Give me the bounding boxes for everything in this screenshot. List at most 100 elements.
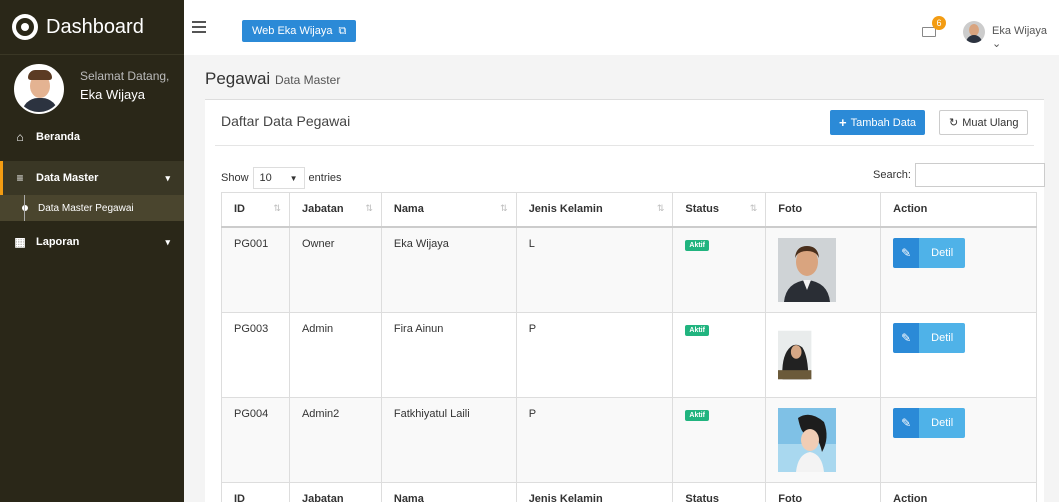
sidebar-item-label: Beranda: [36, 131, 81, 143]
avatar: [14, 64, 64, 114]
status-badge: Aktif: [685, 409, 709, 421]
plus-icon: +: [839, 115, 847, 130]
employee-photo: [778, 407, 837, 472]
cell-action: ✎ Detil: [880, 396, 1037, 483]
column-header-nama[interactable]: Nama ⇅: [380, 192, 517, 228]
web-link-label: Web Eka Wijaya: [252, 25, 333, 37]
footer-header-jenis-kelamin: Jenis Kelamin: [515, 481, 674, 502]
page-title: Pegawai Data Master: [205, 69, 340, 89]
user-panel: Selamat Datang, Eka Wijaya: [0, 55, 184, 123]
cell-status: Aktif: [672, 226, 767, 313]
sort-icon: ⇅: [656, 203, 665, 213]
home-icon: ⌂: [16, 130, 24, 144]
detil-label: Detil: [919, 237, 966, 268]
sidebar-item-label: Laporan: [36, 236, 80, 248]
column-header-action: Action: [880, 192, 1037, 228]
footer-header-jabatan: Jabatan: [288, 481, 382, 502]
sort-icon: ⇅: [749, 203, 758, 213]
cell-jabatan: Admin: [288, 311, 382, 398]
page-length-value: 10: [259, 172, 272, 184]
database-icon: ≡: [16, 171, 24, 185]
column-header-status[interactable]: Status ⇅: [672, 192, 767, 228]
footer-header-nama: Nama: [380, 481, 517, 502]
external-link-icon: ⧉: [338, 24, 347, 37]
chevron-down-icon: ▾: [165, 236, 170, 247]
cell-foto: [765, 226, 882, 313]
table-row: PG003 Admin Fira Ainun P Aktif ✎ Detil: [221, 311, 1037, 398]
page-title-main: Pegawai: [205, 69, 271, 88]
detil-label: Detil: [919, 322, 966, 353]
cell-status: Aktif: [672, 311, 767, 398]
topbar: Web Eka Wijaya ⧉ 6 Eka Wijaya ⌄: [184, 0, 1059, 55]
hamburger-icon[interactable]: [192, 21, 206, 33]
detil-label: Detil: [919, 407, 966, 438]
sidebar-item-beranda[interactable]: ⌂ Beranda: [0, 123, 184, 151]
show-label: Show: [221, 172, 249, 184]
sidebar-item-label: Data Master Pegawai: [38, 202, 134, 214]
detil-button[interactable]: ✎ Detil: [893, 237, 966, 268]
pencil-icon: ✎: [893, 322, 920, 353]
brand[interactable]: Dashboard: [0, 0, 184, 55]
cell-action: ✎ Detil: [880, 226, 1037, 313]
cell-jenis-kelamin: P: [515, 396, 674, 483]
user-avatar[interactable]: [963, 21, 985, 43]
cell-jabatan: Owner: [288, 226, 382, 313]
add-data-label: Tambah Data: [850, 116, 917, 129]
employee-photo: [778, 237, 837, 302]
cell-id: PG001: [221, 226, 290, 313]
bullet-icon: [22, 205, 28, 211]
cell-jenis-kelamin: P: [515, 311, 674, 398]
footer-header-action: Action: [880, 481, 1037, 502]
page-subtitle: Data Master: [274, 73, 341, 87]
user-greeting: Selamat Datang,: [80, 69, 170, 83]
chevron-down-icon: ▾: [165, 172, 170, 183]
table-row: PG004 Admin2 Fatkhiyatul Laili P Aktif ✎…: [221, 396, 1037, 483]
web-link-button[interactable]: Web Eka Wijaya ⧉: [242, 20, 357, 42]
user-menu-name: Eka Wijaya: [992, 25, 1048, 37]
cell-nama: Fira Ainun: [380, 311, 517, 398]
detil-button[interactable]: ✎ Detil: [893, 407, 966, 438]
search-control: Search:: [873, 163, 1045, 187]
sidebar-item-label: Data Master: [36, 172, 99, 184]
dashboard-icon: [12, 14, 38, 40]
reload-button[interactable]: ↻ Muat Ulang: [939, 110, 1029, 135]
sort-icon: ⇅: [365, 203, 373, 213]
user-name: Eka Wijaya: [80, 87, 146, 102]
cell-id: PG004: [221, 396, 290, 483]
add-data-button[interactable]: + Tambah Data: [830, 110, 926, 135]
cell-foto: [765, 311, 882, 398]
column-header-jabatan[interactable]: Jabatan ⇅: [288, 192, 382, 228]
sidebar: Dashboard Selamat Datang, Eka Wijaya ⌂ B…: [0, 0, 184, 502]
cell-nama: Fatkhiyatul Laili: [380, 396, 517, 483]
sort-icon: ⇅: [500, 203, 508, 213]
notification-badge: 6: [932, 16, 946, 30]
data-box: Daftar Data Pegawai + Tambah Data ↻ Muat…: [205, 99, 1045, 502]
user-menu[interactable]: Eka Wijaya ⌄: [992, 25, 1059, 50]
brand-title: Dashboard: [46, 15, 144, 38]
page-length-select[interactable]: 10 ▼: [252, 167, 305, 189]
detil-button[interactable]: ✎ Detil: [893, 322, 966, 353]
box-title: Daftar Data Pegawai: [221, 113, 351, 129]
sort-icon: ⇅: [273, 203, 281, 213]
sidebar-subitem-data-master-pegawai[interactable]: Data Master Pegawai: [0, 195, 184, 221]
cell-foto: [765, 396, 882, 483]
status-badge: Aktif: [685, 239, 709, 251]
chevron-down-icon: ⌄: [992, 38, 1002, 50]
column-header-jenis-kelamin[interactable]: Jenis Kelamin ⇅: [515, 192, 674, 228]
search-label: Search:: [873, 169, 911, 181]
footer-header-status: Status: [672, 481, 767, 502]
search-input[interactable]: [914, 163, 1045, 187]
column-header-id[interactable]: ID ⇅: [221, 192, 290, 228]
employee-photo: [778, 330, 812, 379]
pegawai-table: ID ⇅ Jabatan ⇅ Nama ⇅ Jenis Kelamin ⇅ Status…: [221, 192, 1037, 502]
divider: [215, 145, 1034, 146]
column-header-foto: Foto: [765, 192, 882, 228]
table-icon: ▦: [14, 235, 26, 249]
sidebar-item-data-master[interactable]: ≡ Data Master ▾: [0, 161, 184, 195]
sidebar-item-laporan[interactable]: ▦ Laporan ▾: [0, 227, 184, 257]
entries-label: entries: [308, 172, 342, 184]
pencil-icon: ✎: [893, 237, 920, 268]
cell-jenis-kelamin: L: [515, 226, 674, 313]
caret-down-icon: ▼: [289, 173, 298, 183]
status-badge: Aktif: [685, 324, 709, 336]
